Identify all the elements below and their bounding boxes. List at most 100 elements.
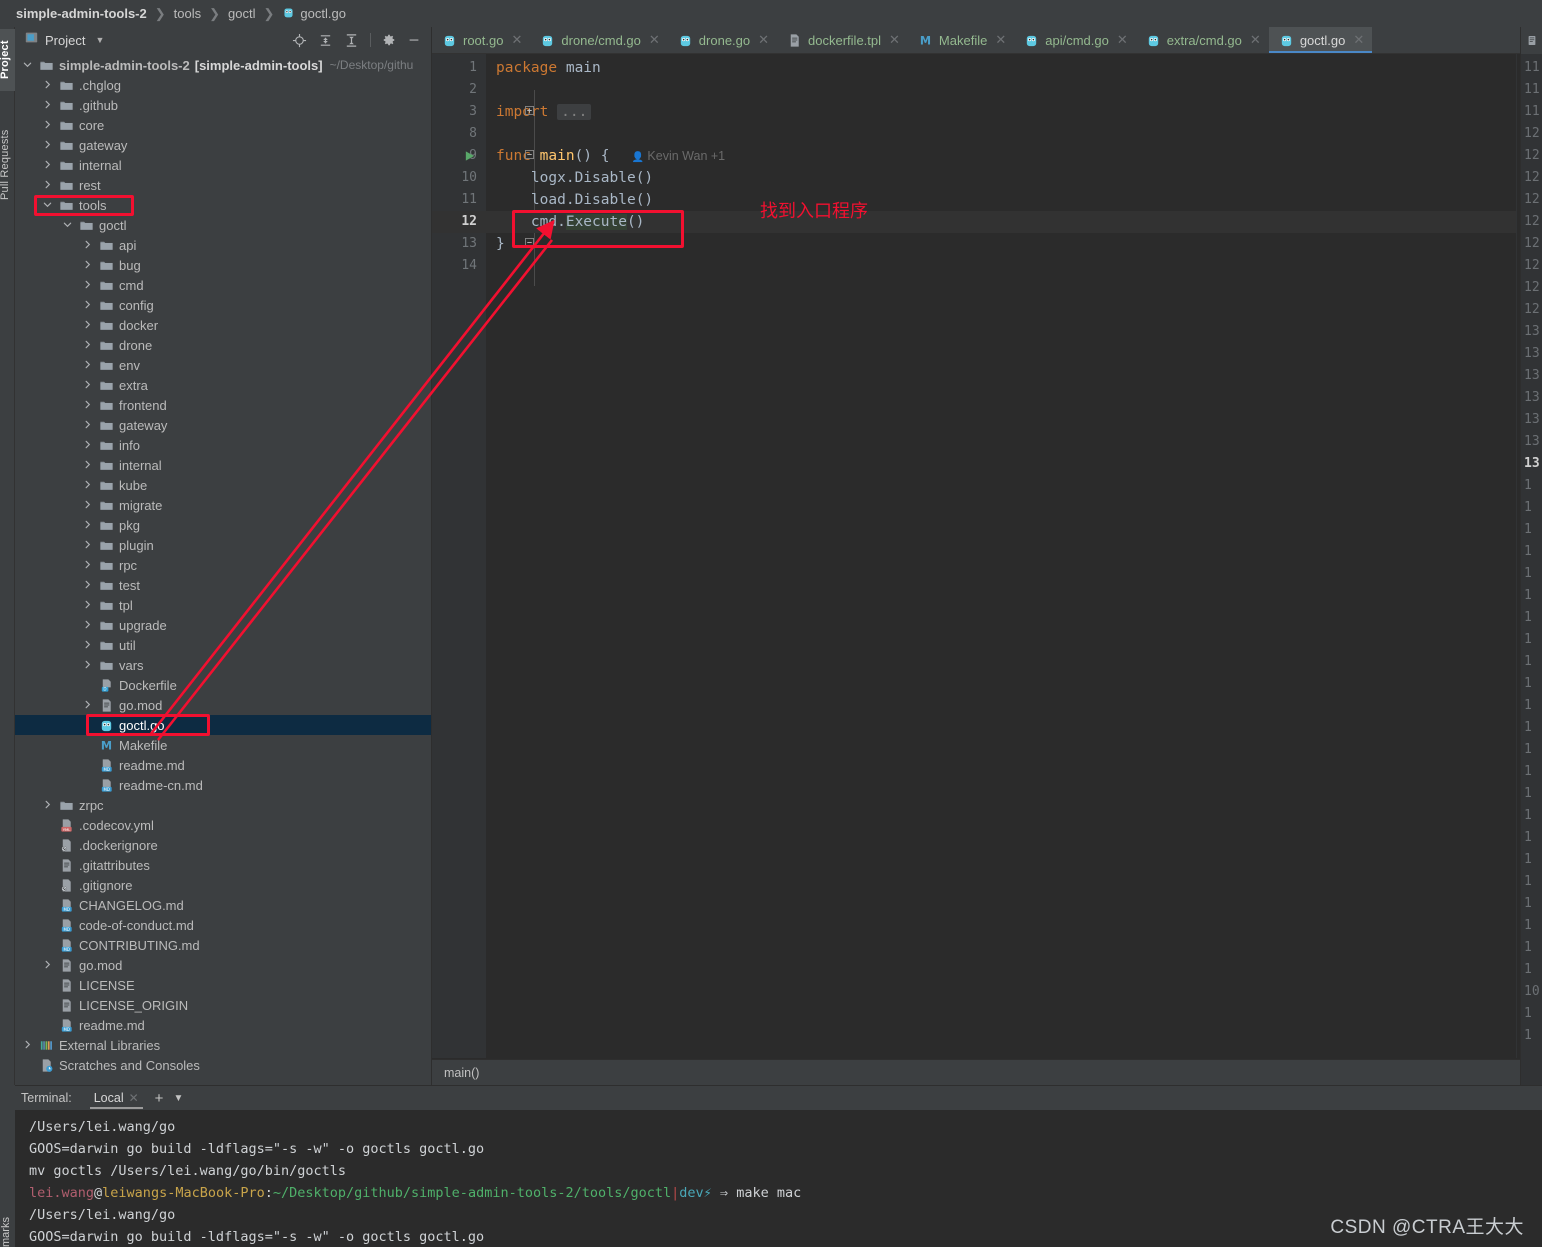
sidebar-tab-pull-requests[interactable]: Pull Requests bbox=[0, 119, 16, 211]
chevron-right-icon[interactable] bbox=[43, 960, 54, 971]
tree-item-changelog-md[interactable]: MD CHANGELOG.md bbox=[15, 895, 431, 915]
tree-item-pkg[interactable]: pkg bbox=[15, 515, 431, 535]
chevron-down-icon[interactable] bbox=[43, 200, 54, 211]
editor-code[interactable]: package main import ... func main() {👤 Kev… bbox=[486, 54, 1542, 1058]
editor-tab-extra-cmd-go[interactable]: extra/cmd.go ✕ bbox=[1136, 27, 1269, 53]
fold-collapse-icon[interactable] bbox=[524, 233, 534, 255]
chevron-right-icon[interactable] bbox=[83, 240, 94, 251]
tree-item--chglog[interactable]: .chglog bbox=[15, 75, 431, 95]
tree-item-zrpc[interactable]: zrpc bbox=[15, 795, 431, 815]
chevron-right-icon[interactable] bbox=[83, 580, 94, 591]
editor-bottom-breadcrumb[interactable]: main() bbox=[432, 1059, 1542, 1085]
tree-item-bug[interactable]: bug bbox=[15, 255, 431, 275]
chevron-right-icon[interactable] bbox=[83, 300, 94, 311]
tree-item-readme-md[interactable]: MD readme.md bbox=[15, 755, 431, 775]
code-line[interactable]: } bbox=[486, 233, 1542, 255]
tree-item-license-origin[interactable]: LICENSE_ORIGIN bbox=[15, 995, 431, 1015]
tree-item-upgrade[interactable]: upgrade bbox=[15, 615, 431, 635]
breadcrumb-item-project[interactable]: simple-admin-tools-2 bbox=[16, 6, 147, 21]
run-gutter-icon[interactable] bbox=[462, 145, 476, 167]
tree-item-internal[interactable]: internal bbox=[15, 155, 431, 175]
breadcrumb-item-tools[interactable]: tools bbox=[174, 6, 201, 21]
chevron-right-icon[interactable] bbox=[83, 340, 94, 351]
code-line[interactable]: cmd.Execute() bbox=[486, 211, 1542, 233]
terminal-tab-local[interactable]: Local ✕ bbox=[88, 1089, 145, 1109]
tree-item-util[interactable]: util bbox=[15, 635, 431, 655]
collapse-all-icon[interactable] bbox=[344, 33, 359, 48]
tree-item-makefile[interactable]: M Makefile bbox=[15, 735, 431, 755]
code-line[interactable]: import ... bbox=[486, 101, 1542, 123]
fold-expand-icon[interactable] bbox=[524, 101, 534, 123]
chevron-down-icon[interactable] bbox=[23, 60, 34, 71]
chevron-right-icon[interactable] bbox=[83, 540, 94, 551]
chevron-right-icon[interactable] bbox=[83, 460, 94, 471]
sidebar-tab-project[interactable]: Project bbox=[0, 29, 16, 91]
chevron-right-icon[interactable] bbox=[43, 160, 54, 171]
chevron-right-icon[interactable] bbox=[83, 360, 94, 371]
tree-item-contributing-md[interactable]: MD CONTRIBUTING.md bbox=[15, 935, 431, 955]
tree-item-config[interactable]: config bbox=[15, 295, 431, 315]
project-tree[interactable]: simple-admin-tools-2 [simple-admin-tools]… bbox=[15, 53, 431, 1085]
tree-item-rpc[interactable]: rpc bbox=[15, 555, 431, 575]
code-line[interactable] bbox=[486, 79, 1542, 101]
tree-item-api[interactable]: api bbox=[15, 235, 431, 255]
chevron-right-icon[interactable] bbox=[43, 800, 54, 811]
chevron-right-icon[interactable] bbox=[83, 560, 94, 571]
chevron-right-icon[interactable] bbox=[83, 520, 94, 531]
chevron-right-icon[interactable] bbox=[83, 440, 94, 451]
gear-icon[interactable] bbox=[382, 33, 396, 47]
close-icon[interactable]: ✕ bbox=[889, 32, 900, 48]
chevron-right-icon[interactable] bbox=[83, 700, 94, 711]
tree-item-env[interactable]: env bbox=[15, 355, 431, 375]
tree-item--gitattributes[interactable]: .gitattributes bbox=[15, 855, 431, 875]
chevron-right-icon[interactable] bbox=[83, 480, 94, 491]
chevron-right-icon[interactable] bbox=[83, 280, 94, 291]
chevron-right-icon[interactable] bbox=[83, 500, 94, 511]
sidebar-tab-bookmarks[interactable]: marks bbox=[0, 1183, 16, 1247]
locate-icon[interactable] bbox=[292, 33, 307, 48]
tree-item--codecov-yml[interactable]: YML .codecov.yml bbox=[15, 815, 431, 835]
close-icon[interactable]: ✕ bbox=[649, 32, 660, 48]
chevron-right-icon[interactable] bbox=[83, 420, 94, 431]
tree-item--gitignore[interactable]: .gitignore bbox=[15, 875, 431, 895]
close-icon[interactable]: ✕ bbox=[511, 32, 522, 48]
fold-collapse-icon[interactable] bbox=[524, 145, 534, 167]
tree-item-goctl[interactable]: goctl bbox=[15, 215, 431, 235]
close-icon[interactable]: ✕ bbox=[758, 32, 769, 48]
tree-item--dockerignore[interactable]: .dockerignore bbox=[15, 835, 431, 855]
tree-item-internal[interactable]: internal bbox=[15, 455, 431, 475]
chevron-down-icon[interactable]: ▼ bbox=[173, 1093, 183, 1104]
editor-tab-root-go[interactable]: root.go ✕ bbox=[432, 27, 530, 53]
tree-item-goctl-go[interactable]: goctl.go bbox=[15, 715, 431, 735]
tree-item-cmd[interactable]: cmd bbox=[15, 275, 431, 295]
tree-item-core[interactable]: core bbox=[15, 115, 431, 135]
tree-item-plugin[interactable]: plugin bbox=[15, 535, 431, 555]
code-line[interactable]: logx.Disable() bbox=[486, 167, 1542, 189]
editor-tab-bar[interactable]: root.go ✕ drone/cmd.go ✕ drone.go ✕ dockerfile… bbox=[432, 27, 1542, 54]
tree-item-external-libraries[interactable]: External Libraries bbox=[15, 1035, 431, 1055]
chevron-right-icon[interactable] bbox=[43, 180, 54, 191]
breadcrumb-item-file[interactable]: goctl.go bbox=[300, 6, 346, 21]
tree-item-dockerfile[interactable]: D Dockerfile bbox=[15, 675, 431, 695]
tree-item-info[interactable]: info bbox=[15, 435, 431, 455]
tree-item-migrate[interactable]: migrate bbox=[15, 495, 431, 515]
tree-item-go-mod[interactable]: go.mod bbox=[15, 955, 431, 975]
tree-item-kube[interactable]: kube bbox=[15, 475, 431, 495]
tree-item-rest[interactable]: rest bbox=[15, 175, 431, 195]
breadcrumb-item-goctl[interactable]: goctl bbox=[228, 6, 255, 21]
chevron-right-icon[interactable] bbox=[83, 620, 94, 631]
close-icon[interactable]: ✕ bbox=[1353, 32, 1364, 48]
chevron-right-icon[interactable] bbox=[43, 140, 54, 151]
chevron-right-icon[interactable] bbox=[83, 320, 94, 331]
chevron-right-icon[interactable] bbox=[83, 380, 94, 391]
expand-all-icon[interactable] bbox=[318, 33, 333, 48]
chevron-right-icon[interactable] bbox=[23, 1040, 34, 1051]
add-terminal-icon[interactable]: + bbox=[155, 1090, 164, 1107]
tree-item-simple-admin-tools-2[interactable]: simple-admin-tools-2 [simple-admin-tools]… bbox=[15, 55, 431, 75]
editor-tab-makefile[interactable]: M Makefile ✕ bbox=[908, 27, 1014, 53]
tree-item-drone[interactable]: drone bbox=[15, 335, 431, 355]
tree-item-tpl[interactable]: tpl bbox=[15, 595, 431, 615]
chevron-right-icon[interactable] bbox=[83, 640, 94, 651]
tree-item-readme-cn-md[interactable]: MD readme-cn.md bbox=[15, 775, 431, 795]
tree-item-test[interactable]: test bbox=[15, 575, 431, 595]
